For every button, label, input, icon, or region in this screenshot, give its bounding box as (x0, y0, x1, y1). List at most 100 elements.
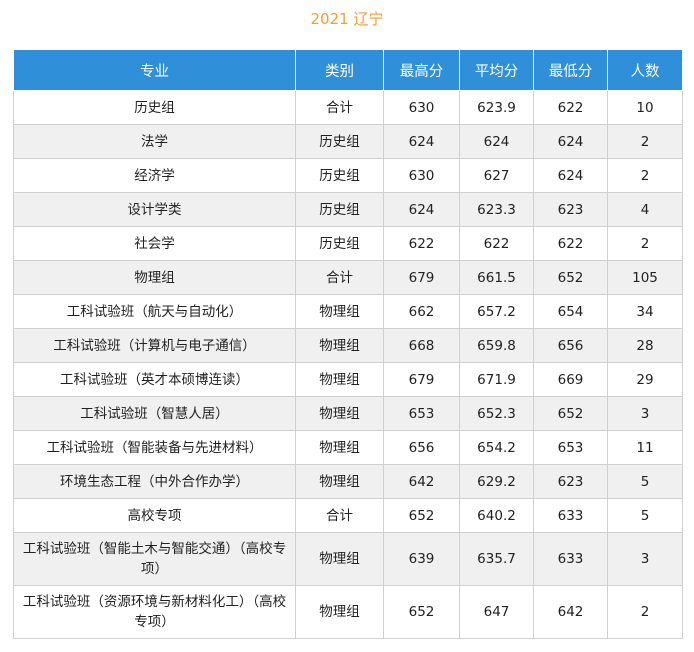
cell-count: 2 (607, 124, 683, 159)
table-row: 工科试验班（智能装备与先进材料） 物理组 656 654.2 653 11 (13, 430, 683, 465)
cell-category: 物理组 (295, 430, 384, 465)
cell-major: 工科试验班（智慧人居） (13, 396, 296, 431)
cell-count: 10 (607, 90, 683, 125)
cell-major: 工科试验班（计算机与电子通信） (13, 328, 296, 363)
cell-major: 法学 (13, 124, 296, 159)
cell-min-score: 622 (533, 90, 608, 125)
table-row: 工科试验班（航天与自动化） 物理组 662 657.2 654 34 (13, 294, 683, 329)
page-title: 2021 辽宁 (310, 10, 384, 28)
cell-category: 历史组 (295, 192, 384, 227)
cell-avg-score: 622 (459, 226, 534, 261)
table-header-row: 专业 类别 最高分 平均分 最低分 人数 (13, 49, 683, 91)
cell-avg-score: 652.3 (459, 396, 534, 431)
table-row: 工科试验班（英才本硕博连读） 物理组 679 671.9 669 29 (13, 362, 683, 397)
cell-avg-score: 627 (459, 158, 534, 193)
cell-min-score: 624 (533, 124, 608, 159)
cell-avg-score: 654.2 (459, 430, 534, 465)
cell-count: 11 (607, 430, 683, 465)
cell-min-score: 653 (533, 430, 608, 465)
cell-major: 经济学 (13, 158, 296, 193)
cell-max-score: 668 (383, 328, 460, 363)
cell-count: 2 (607, 585, 683, 639)
cell-category: 历史组 (295, 158, 384, 193)
cell-major: 工科试验班（资源环境与新材料化工）（高校专项） (13, 585, 296, 639)
cell-category: 合计 (295, 498, 384, 533)
cell-avg-score: 659.8 (459, 328, 534, 363)
header-min-score: 最低分 (533, 49, 608, 91)
table-row: 工科试验班（资源环境与新材料化工）（高校专项） 物理组 652 647 642 2 (13, 585, 683, 639)
cell-count: 29 (607, 362, 683, 397)
cell-min-score: 624 (533, 158, 608, 193)
cell-max-score: 656 (383, 430, 460, 465)
table-row: 工科试验班（计算机与电子通信） 物理组 668 659.8 656 28 (13, 328, 683, 363)
header-avg-score: 平均分 (459, 49, 534, 91)
cell-category: 物理组 (295, 585, 384, 639)
cell-category: 物理组 (295, 532, 384, 586)
cell-min-score: 642 (533, 585, 608, 639)
cell-max-score: 662 (383, 294, 460, 329)
cell-avg-score: 635.7 (459, 532, 534, 586)
cell-count: 5 (607, 464, 683, 499)
cell-major: 环境生态工程（中外合作办学） (13, 464, 296, 499)
cell-category: 历史组 (295, 124, 384, 159)
cell-count: 4 (607, 192, 683, 227)
cell-count: 2 (607, 226, 683, 261)
cell-min-score: 652 (533, 260, 608, 295)
header-major: 专业 (13, 49, 296, 91)
cell-category: 合计 (295, 90, 384, 125)
cell-max-score: 679 (383, 362, 460, 397)
cell-max-score: 679 (383, 260, 460, 295)
cell-category: 物理组 (295, 362, 384, 397)
cell-min-score: 669 (533, 362, 608, 397)
cell-category: 合计 (295, 260, 384, 295)
cell-major: 工科试验班（航天与自动化） (13, 294, 296, 329)
cell-count: 2 (607, 158, 683, 193)
cell-max-score: 653 (383, 396, 460, 431)
cell-min-score: 633 (533, 532, 608, 586)
cell-avg-score: 671.9 (459, 362, 534, 397)
cell-max-score: 624 (383, 192, 460, 227)
table-row: 设计学类 历史组 624 623.3 623 4 (13, 192, 683, 227)
table-row: 环境生态工程（中外合作办学） 物理组 642 629.2 623 5 (13, 464, 683, 499)
table-row: 高校专项 合计 652 640.2 633 5 (13, 498, 683, 533)
table-row: 工科试验班（智慧人居） 物理组 653 652.3 652 3 (13, 396, 683, 431)
cell-max-score: 642 (383, 464, 460, 499)
cell-min-score: 654 (533, 294, 608, 329)
cell-count: 28 (607, 328, 683, 363)
table-row: 物理组 合计 679 661.5 652 105 (13, 260, 683, 295)
table-row: 工科试验班（智能土木与智能交通）（高校专项） 物理组 639 635.7 633 3 (13, 532, 683, 586)
cell-min-score: 623 (533, 192, 608, 227)
cell-max-score: 652 (383, 498, 460, 533)
cell-count: 3 (607, 396, 683, 431)
table-row: 法学 历史组 624 624 624 2 (13, 124, 683, 159)
cell-max-score: 630 (383, 90, 460, 125)
cell-avg-score: 624 (459, 124, 534, 159)
cell-major: 工科试验班（英才本硕博连读） (13, 362, 296, 397)
cell-major: 工科试验班（智能土木与智能交通）（高校专项） (13, 532, 296, 586)
cell-min-score: 652 (533, 396, 608, 431)
cell-avg-score: 629.2 (459, 464, 534, 499)
table-row: 经济学 历史组 630 627 624 2 (13, 158, 683, 193)
cell-avg-score: 657.2 (459, 294, 534, 329)
cell-count: 34 (607, 294, 683, 329)
header-count: 人数 (607, 49, 683, 91)
cell-major: 历史组 (13, 90, 296, 125)
cell-category: 物理组 (295, 294, 384, 329)
cell-avg-score: 661.5 (459, 260, 534, 295)
cell-major: 高校专项 (13, 498, 296, 533)
cell-max-score: 630 (383, 158, 460, 193)
cell-category: 物理组 (295, 464, 384, 499)
cell-category: 物理组 (295, 396, 384, 431)
cell-count: 3 (607, 532, 683, 586)
cell-category: 历史组 (295, 226, 384, 261)
cell-max-score: 639 (383, 532, 460, 586)
cell-min-score: 622 (533, 226, 608, 261)
header-max-score: 最高分 (383, 49, 460, 91)
cell-count: 105 (607, 260, 683, 295)
cell-avg-score: 640.2 (459, 498, 534, 533)
cell-major: 工科试验班（智能装备与先进材料） (13, 430, 296, 465)
cell-max-score: 624 (383, 124, 460, 159)
cell-category: 物理组 (295, 328, 384, 363)
cell-max-score: 622 (383, 226, 460, 261)
cell-min-score: 623 (533, 464, 608, 499)
